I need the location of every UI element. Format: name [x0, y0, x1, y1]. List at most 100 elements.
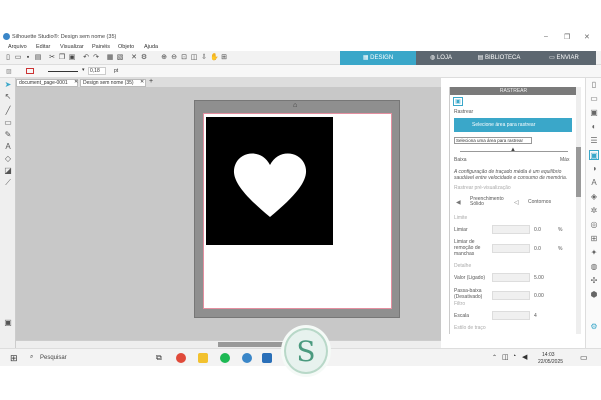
noise-slider[interactable]	[492, 244, 530, 253]
maximize-icon[interactable]: ❐	[564, 33, 570, 41]
scale-value[interactable]: 4	[534, 313, 537, 319]
open-file-icon[interactable]: ▭	[14, 54, 22, 62]
copy-icon[interactable]: ❐	[58, 54, 66, 62]
group-icon[interactable]: ▦	[106, 54, 114, 62]
panel-scroll-thumb[interactable]	[576, 147, 581, 197]
windows-start-icon[interactable]: ⊞	[10, 353, 18, 364]
save-icon[interactable]: ▪	[24, 54, 32, 62]
grid-icon[interactable]: ⊞	[220, 54, 228, 62]
zoom-fit-icon[interactable]: ⊡	[180, 54, 188, 62]
tab-enviar[interactable]: ▭ ENVIAR	[532, 51, 596, 65]
slider-handle-icon[interactable]: ▲	[510, 147, 516, 153]
offset-icon[interactable]: ◈	[589, 192, 599, 202]
point-edit-icon[interactable]: ↖	[3, 92, 13, 102]
line-width-input[interactable]: 0,18	[88, 67, 106, 75]
threshold-value[interactable]: 0.0	[534, 227, 541, 233]
noise-value[interactable]: 0.0	[534, 246, 541, 252]
cut-icon[interactable]: ✂	[48, 54, 56, 62]
doc-tab-page[interactable]: document_page-0001	[16, 79, 78, 87]
color-picker-icon[interactable]: ◍	[589, 262, 599, 272]
knife-tool-icon[interactable]: ⟋	[3, 178, 13, 188]
line-tool-icon[interactable]: ╱	[3, 106, 13, 116]
tray-volume-icon[interactable]: ◀	[522, 353, 527, 361]
tray-wifi-icon[interactable]: ◔	[512, 353, 516, 360]
clock-time[interactable]: 14:03	[542, 352, 555, 358]
undo-icon[interactable]: ↶	[82, 54, 90, 62]
tab-design[interactable]: ▦ DESIGN	[340, 51, 416, 65]
taskbar-search[interactable]: Pesquisar	[40, 355, 67, 361]
trace-icon[interactable]: ▣	[453, 97, 463, 106]
chrome-icon[interactable]	[176, 353, 186, 363]
threshold-slider[interactable]	[492, 225, 530, 234]
smooth-slider[interactable]	[492, 273, 530, 282]
pencil-tool-icon[interactable]: ✎	[3, 130, 13, 140]
menu-editar[interactable]: Editar	[36, 44, 50, 50]
doc-tab-design[interactable]: Design sem nome (35)	[80, 79, 146, 87]
solid-fill-icon[interactable]: ◀	[456, 199, 461, 206]
select-arrow-icon[interactable]: ➤	[3, 80, 13, 90]
pan-hand-icon[interactable]: ✋	[210, 54, 219, 62]
line-style-icon[interactable]: ☰	[589, 136, 599, 146]
star-icon[interactable]: ✦	[589, 248, 599, 258]
zoom-in-icon[interactable]: ⊕	[160, 54, 168, 62]
library-folder-icon[interactable]: ▣	[3, 318, 13, 328]
new-file-icon[interactable]: ▯	[4, 54, 12, 62]
new-tab-icon[interactable]: +	[149, 78, 153, 85]
redo-icon[interactable]: ↷	[92, 54, 100, 62]
text-style-icon[interactable]: A	[589, 178, 599, 188]
move-down-icon[interactable]: ⇩	[200, 54, 208, 62]
scale-slider[interactable]	[492, 311, 530, 320]
tab-loja[interactable]: ◍ LOJA	[416, 51, 466, 65]
design-canvas[interactable]: ⌂	[16, 87, 441, 340]
align-icon[interactable]: ⊞	[589, 234, 599, 244]
panel-scrollbar[interactable]	[576, 87, 581, 334]
image-black-square[interactable]	[206, 117, 333, 245]
mode-outline[interactable]: Contornos	[528, 199, 551, 205]
notification-icon[interactable]: ▭	[580, 353, 588, 362]
app-icon[interactable]	[262, 353, 272, 363]
close-icon[interactable]: ✕	[584, 33, 590, 41]
trace-panel-icon[interactable]: ▣	[589, 150, 599, 160]
line-style-preview[interactable]	[48, 71, 78, 72]
doc-tab-close-icon[interactable]: ✕	[74, 79, 78, 85]
horizontal-scrollbar[interactable]	[16, 340, 441, 348]
menu-paineis[interactable]: Painéis	[92, 44, 110, 50]
menu-arquivo[interactable]: Arquivo	[8, 44, 27, 50]
file-explorer-icon[interactable]	[198, 353, 208, 363]
highpass-slider[interactable]	[492, 291, 530, 300]
highpass-value[interactable]: 0.00	[534, 293, 544, 299]
delete-icon[interactable]: ✕	[130, 54, 138, 62]
menu-visualizar[interactable]: Visualizar	[60, 44, 84, 50]
page-setup-icon[interactable]: ▯	[589, 80, 599, 90]
silhouette-app-icon[interactable]	[242, 353, 252, 363]
modify-icon[interactable]: ◎	[589, 220, 599, 230]
print-icon[interactable]: ▤	[34, 54, 42, 62]
layers-icon[interactable]: ⬢	[589, 290, 599, 300]
outline-icon[interactable]: ◁	[514, 199, 519, 206]
transform-icon[interactable]: ◑	[589, 164, 599, 174]
clock-date[interactable]: 22/05/2025	[538, 359, 563, 365]
doc-tab-close-icon[interactable]: ✕	[140, 79, 144, 85]
shape-tool-icon[interactable]: ◇	[3, 154, 13, 164]
replicate-icon[interactable]: ✲	[589, 206, 599, 216]
settings-icon[interactable]: ⚙	[140, 54, 148, 62]
gear-icon[interactable]: ⚙	[589, 322, 599, 332]
zoom-select-icon[interactable]: ◫	[190, 54, 198, 62]
zoom-out-icon[interactable]: ⊖	[170, 54, 178, 62]
tab-biblioteca[interactable]: ▤ BIBLIOTECA	[466, 51, 532, 65]
minimize-icon[interactable]: –	[544, 33, 548, 40]
library-icon[interactable]: ▣	[589, 108, 599, 118]
eraser-tool-icon[interactable]: ◪	[3, 166, 13, 176]
home-icon[interactable]: ⌂	[293, 102, 297, 109]
menu-objeto[interactable]: Objeto	[118, 44, 134, 50]
tray-chevron-icon[interactable]: ⌃	[492, 354, 497, 361]
fill-pattern-icon[interactable]: ▨	[6, 68, 12, 75]
search-icon[interactable]: ⌕	[30, 354, 33, 361]
text-tool-icon[interactable]: A	[3, 142, 13, 152]
task-view-icon[interactable]: ⧉	[156, 353, 162, 363]
nest-icon[interactable]: ✣	[589, 276, 599, 286]
paste-icon[interactable]: ▣	[68, 54, 76, 62]
line-color-swatch[interactable]	[26, 68, 34, 74]
tray-network-icon[interactable]: ◫	[502, 353, 509, 361]
store-icon[interactable]: ▭	[589, 94, 599, 104]
